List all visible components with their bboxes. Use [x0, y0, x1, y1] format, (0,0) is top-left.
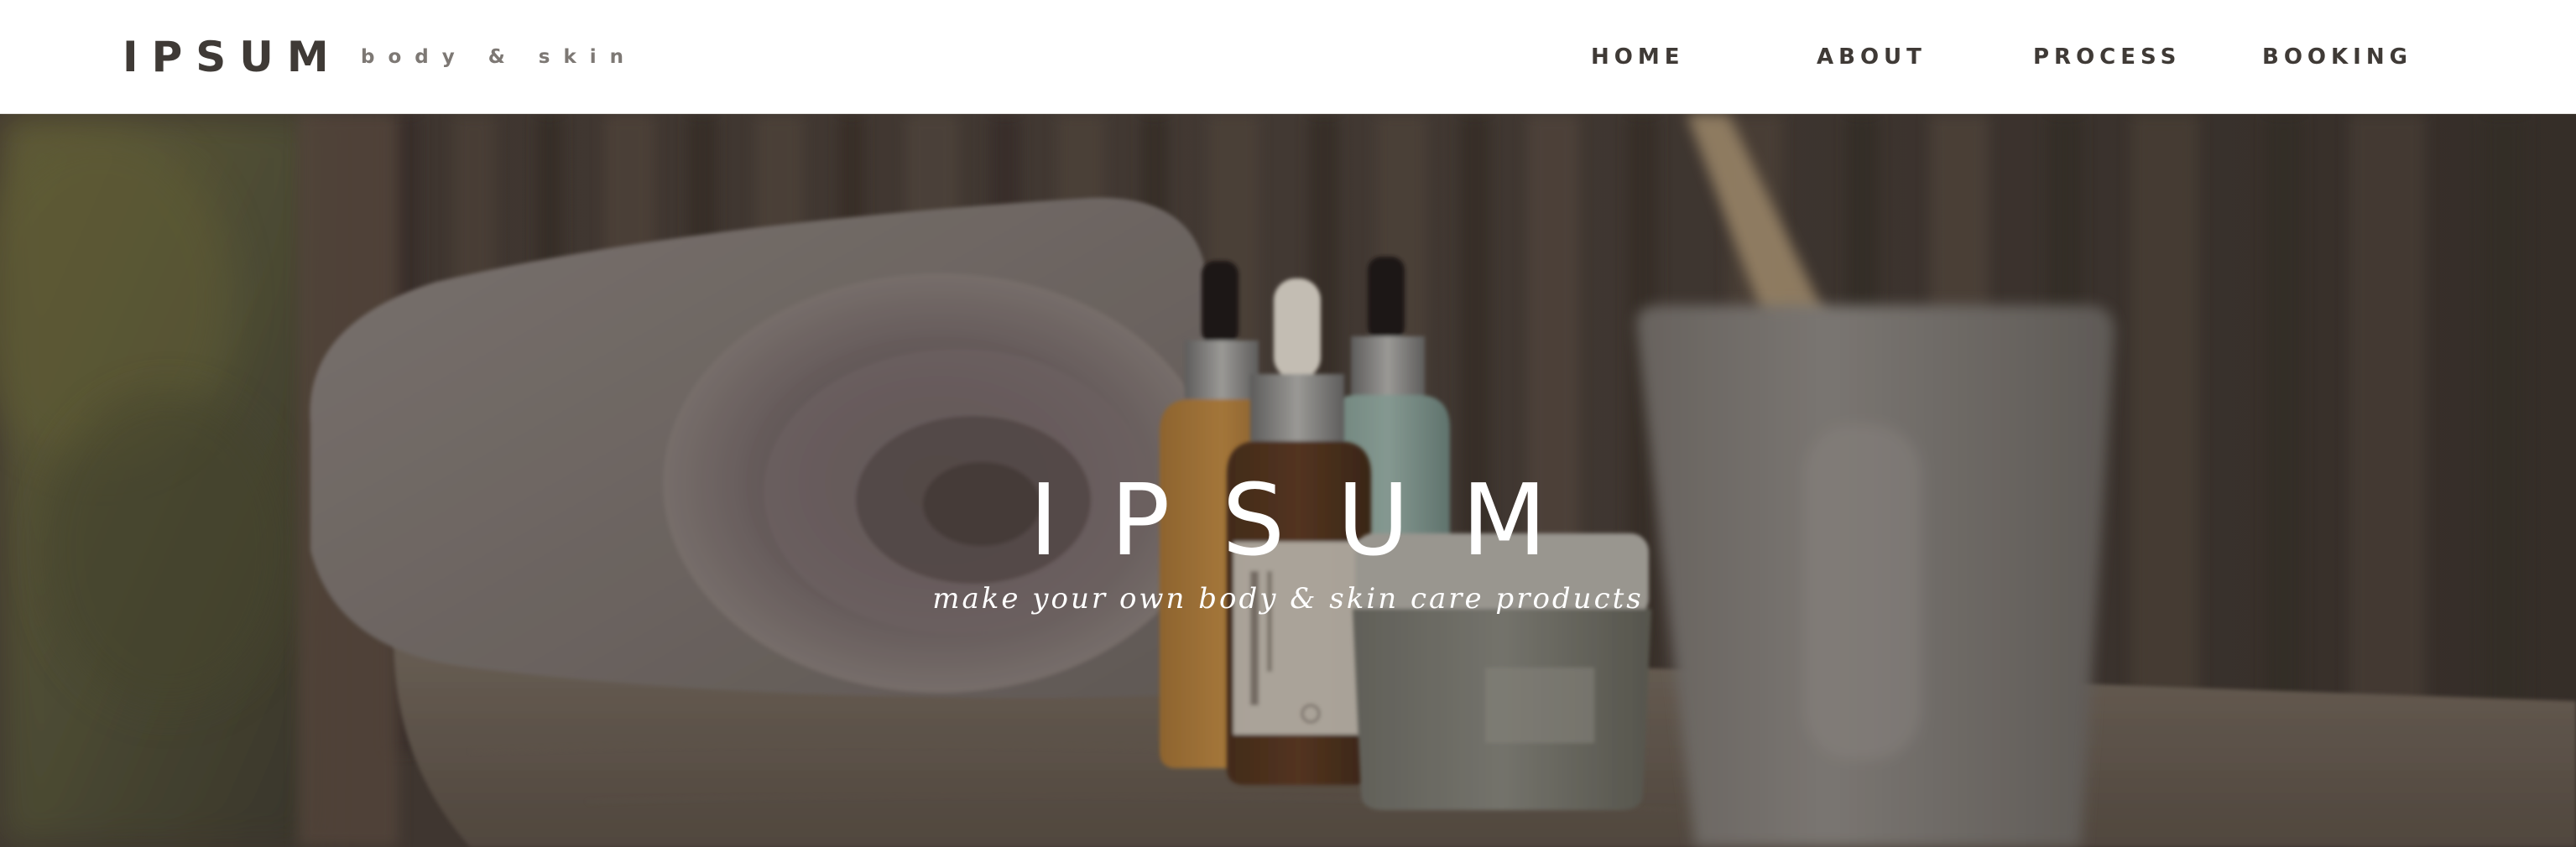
nav-home-link[interactable]: HOME — [1591, 42, 1685, 72]
site-header: IPSUM body & skin HOME ABOUT PROCESS BOO… — [0, 0, 2576, 114]
hero-subtitle: make your own body & skin care products — [932, 582, 1644, 616]
hero-banner: IPSUM make your own body & skin care pro… — [0, 114, 2576, 847]
site-tagline: body & skin — [361, 46, 638, 68]
nav-process-link[interactable]: PROCESS — [2033, 42, 2181, 72]
site-logo[interactable]: IPSUM — [123, 29, 342, 86]
nav-about-link[interactable]: ABOUT — [1817, 42, 1927, 72]
hero-title: IPSUM — [1029, 462, 1599, 579]
nav-booking-link[interactable]: BOOKING — [2262, 42, 2412, 72]
